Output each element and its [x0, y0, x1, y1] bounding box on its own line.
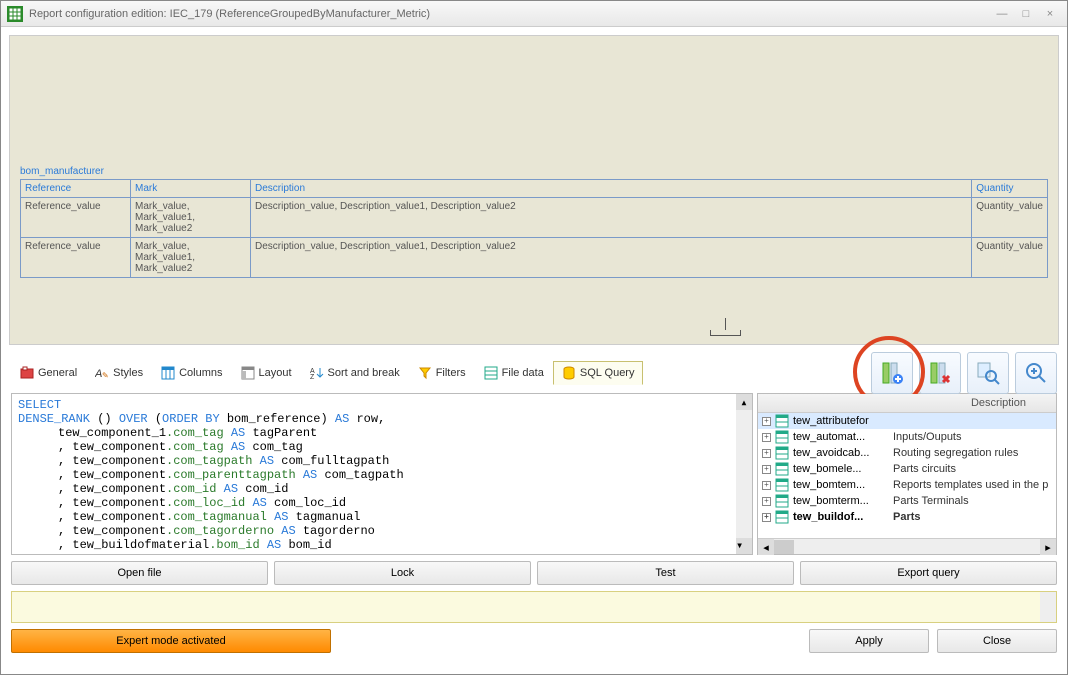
side-header: Description: [758, 394, 1056, 413]
scroll-left-icon[interactable]: ◂: [758, 539, 774, 555]
table-icon: [775, 446, 789, 460]
tab-general[interactable]: General: [11, 361, 86, 385]
zoom-button[interactable]: [1015, 352, 1057, 394]
remove-column-button[interactable]: [919, 352, 961, 394]
expand-icon[interactable]: +: [762, 465, 771, 474]
sql-editor[interactable]: SELECT DENSE_RANK () OVER (ORDER BY bom_…: [11, 393, 753, 555]
app-icon: [7, 6, 23, 22]
scroll-up-icon[interactable]: ▴: [736, 394, 752, 410]
list-item[interactable]: + tew_buildof... Parts: [758, 509, 1056, 525]
open-file-button[interactable]: Open file: [11, 561, 268, 585]
list-item[interactable]: + tew_automat... Inputs/Ouputs: [758, 429, 1056, 445]
expand-icon[interactable]: +: [762, 497, 771, 506]
sort-icon: AZ: [310, 366, 324, 380]
status-area: [11, 591, 1057, 623]
export-query-button[interactable]: Export query: [800, 561, 1057, 585]
table-icon: [775, 478, 789, 492]
table-row: Reference_value Mark_value, Mark_value1,…: [21, 238, 1048, 278]
minimize-button[interactable]: —: [991, 5, 1013, 23]
sql-scrollbar[interactable]: ▴ ▾: [736, 394, 752, 554]
action-buttons: Open file Lock Test Export query: [1, 561, 1067, 591]
status-scrollbar[interactable]: [1040, 592, 1056, 622]
column-actions: [871, 352, 1057, 394]
expand-icon[interactable]: +: [762, 433, 771, 442]
tab-columns[interactable]: Columns: [152, 361, 231, 385]
columns-icon: [161, 366, 175, 380]
table-icon: [775, 494, 789, 508]
table-icon: [775, 414, 789, 428]
col-mark: Mark: [131, 180, 251, 198]
apply-button[interactable]: Apply: [809, 629, 929, 653]
expand-icon[interactable]: +: [762, 417, 771, 426]
tab-sql[interactable]: SQL Query: [553, 361, 644, 385]
scroll-right-icon[interactable]: ▸: [1040, 539, 1056, 555]
zoom-fit-button[interactable]: [967, 352, 1009, 394]
report-preview: bom_manufacturer Reference Mark Descript…: [9, 35, 1059, 345]
tab-sort[interactable]: AZ Sort and break: [301, 361, 409, 385]
expert-mode-badge: Expert mode activated: [11, 629, 331, 653]
svg-text:✎: ✎: [102, 371, 109, 380]
table-icon: [775, 430, 789, 444]
preview-group-title: bom_manufacturer: [20, 166, 1048, 177]
general-icon: [20, 366, 34, 380]
editor-row: SELECT DENSE_RANK () OVER (ORDER BY bom_…: [1, 393, 1067, 561]
tab-layout[interactable]: Layout: [232, 361, 301, 385]
filedata-icon: [484, 366, 498, 380]
preview-table: Reference Mark Description Quantity Refe…: [20, 179, 1048, 278]
window: Report configuration edition: IEC_179 (R…: [0, 0, 1068, 675]
layout-icon: [241, 366, 255, 380]
close-window-button[interactable]: ×: [1039, 5, 1061, 23]
list-item[interactable]: + tew_bomtem... Reports templates used i…: [758, 477, 1056, 493]
col-quantity: Quantity: [972, 180, 1048, 198]
toolbar: General A✎ Styles Columns Layout AZ Sort…: [1, 353, 1067, 393]
table-icon: [775, 462, 789, 476]
table-row: Reference_value Mark_value, Mark_value1,…: [21, 198, 1048, 238]
col-reference: Reference: [21, 180, 131, 198]
ruler-mark: [710, 318, 740, 344]
add-column-button[interactable]: [871, 352, 913, 394]
window-title: Report configuration edition: IEC_179 (R…: [29, 8, 989, 20]
close-button[interactable]: Close: [937, 629, 1057, 653]
sql-icon: [562, 366, 576, 380]
svg-text:Z: Z: [310, 374, 315, 380]
bottom-row: Expert mode activated Apply Close: [1, 629, 1067, 663]
expand-icon[interactable]: +: [762, 513, 771, 522]
scroll-down-icon[interactable]: ▾: [736, 538, 752, 554]
table-browser: Description + tew_attributefor + tew_aut…: [757, 393, 1057, 555]
list-item[interactable]: + tew_attributefor: [758, 413, 1056, 429]
filters-icon: [418, 366, 432, 380]
side-list[interactable]: + tew_attributefor + tew_automat... Inpu…: [758, 413, 1056, 538]
tab-filedata[interactable]: File data: [475, 361, 553, 385]
list-item[interactable]: + tew_bomele... Parts circuits: [758, 461, 1056, 477]
col-description: Description: [251, 180, 972, 198]
maximize-button[interactable]: □: [1015, 5, 1037, 23]
lock-button[interactable]: Lock: [274, 561, 531, 585]
styles-icon: A✎: [95, 366, 109, 380]
list-item[interactable]: + tew_avoidcab... Routing segregation ru…: [758, 445, 1056, 461]
titlebar: Report configuration edition: IEC_179 (R…: [1, 1, 1067, 27]
expand-icon[interactable]: +: [762, 449, 771, 458]
scroll-thumb[interactable]: [774, 540, 794, 554]
side-hscroll[interactable]: ◂ ▸: [758, 538, 1056, 554]
test-button[interactable]: Test: [537, 561, 794, 585]
tab-filters[interactable]: Filters: [409, 361, 475, 385]
expand-icon[interactable]: +: [762, 481, 771, 490]
tab-styles[interactable]: A✎ Styles: [86, 361, 152, 385]
tabs: General A✎ Styles Columns Layout AZ Sort…: [11, 361, 643, 385]
table-icon: [775, 510, 789, 524]
list-item[interactable]: + tew_bomterm... Parts Terminals: [758, 493, 1056, 509]
